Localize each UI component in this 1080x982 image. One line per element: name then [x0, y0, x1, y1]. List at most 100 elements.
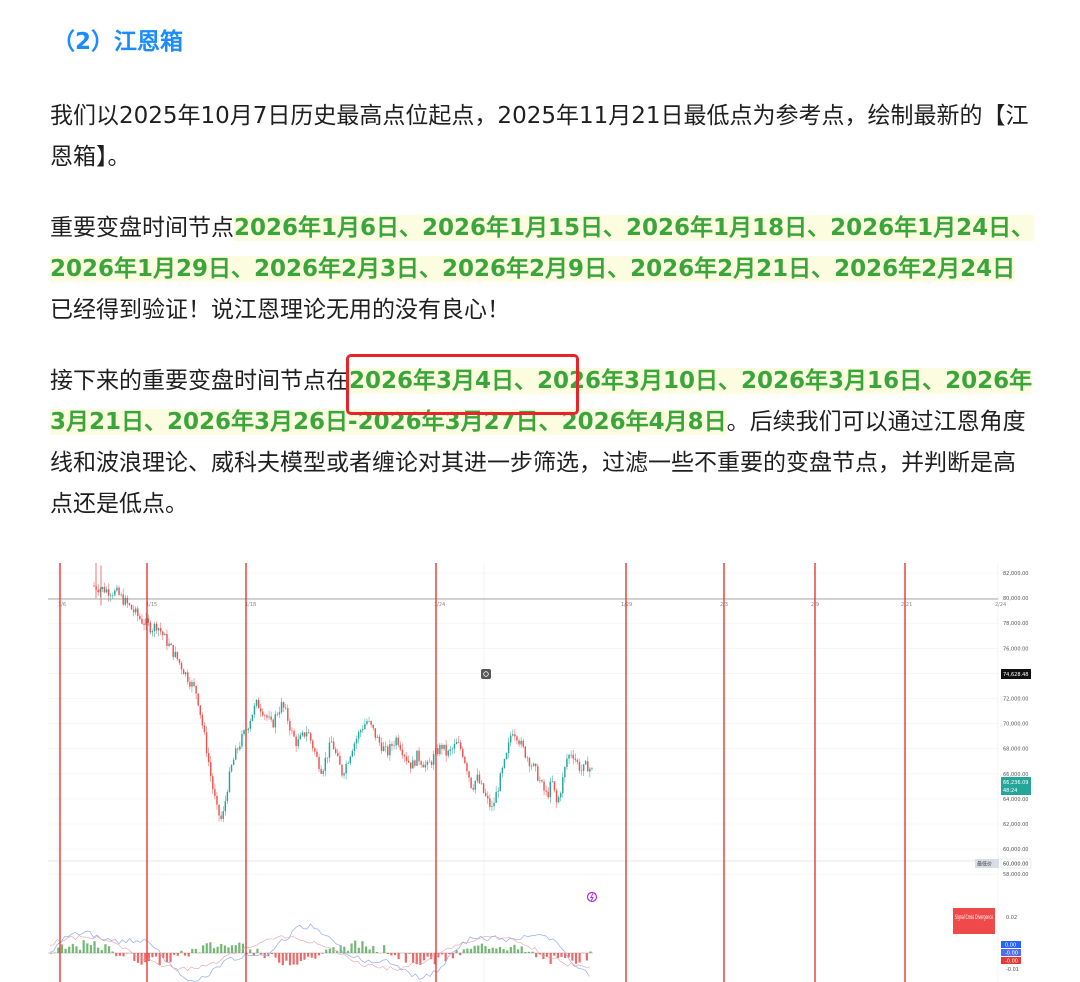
- indicator-bar: [375, 951, 378, 953]
- indicator-bar: [491, 947, 494, 953]
- candle-body: [343, 773, 345, 776]
- indicator-bar: [383, 945, 386, 953]
- indicator-bar: [314, 953, 317, 959]
- candle-body: [451, 748, 454, 750]
- indicator-bar: [205, 943, 208, 953]
- candle-body: [270, 716, 272, 720]
- red-highlight-box: [346, 354, 579, 415]
- indicator-bar: [278, 953, 281, 963]
- indicator-bar: [426, 953, 429, 957]
- candle-body: [368, 721, 370, 722]
- indicator-bar: [147, 953, 150, 962]
- candle-body: [182, 669, 185, 675]
- candle-body: [241, 734, 243, 747]
- indicator-bar: [256, 948, 259, 953]
- candle-body: [320, 769, 322, 774]
- indicator-bar: [535, 953, 538, 958]
- candle-body: [274, 714, 277, 728]
- candle-body: [509, 735, 512, 743]
- candle-body: [328, 742, 331, 758]
- candle-body: [203, 725, 206, 733]
- candle-body: [370, 721, 372, 725]
- candle-body: [547, 791, 549, 798]
- candle-body: [143, 623, 145, 625]
- candle-body: [132, 609, 135, 613]
- candle-body: [574, 758, 577, 760]
- indicator-bar: [107, 946, 111, 953]
- candle-body: [562, 777, 564, 794]
- candle-body: [389, 744, 391, 756]
- intro-paragraph: 我们以2025年10月7日历史最高点位起点，2025年11月21日最低点为参考点…: [50, 103, 1029, 170]
- indicator-bar: [223, 945, 226, 953]
- candle-body: [224, 801, 227, 812]
- candle-body: [472, 787, 474, 790]
- indicator-bar: [93, 941, 96, 953]
- candle-body: [468, 771, 470, 778]
- indicator-bar: [220, 943, 223, 953]
- indicator-bar: [202, 945, 205, 953]
- candle-body: [564, 767, 566, 778]
- y-tick-label: 68,000.00: [1003, 747, 1028, 753]
- price-chart: 1/61/151/181/241/292/32/92/212/24 82,000…: [48, 563, 1033, 982]
- candle-body: [212, 776, 214, 790]
- candle-body: [447, 750, 449, 756]
- candle-body: [214, 789, 216, 796]
- indicator-bar: [451, 953, 455, 959]
- candle-body: [178, 659, 181, 663]
- verified-dates-prefix: 重要变盘时间节点: [50, 215, 234, 241]
- indicator-bar: [404, 953, 407, 963]
- candle-body: [545, 790, 547, 792]
- candle-body: [530, 765, 533, 767]
- candle-body: [295, 736, 297, 747]
- candle-body: [462, 748, 464, 757]
- indicator-bar: [408, 953, 411, 954]
- candle-body: [559, 793, 562, 798]
- indicator-tag-mid-text: -0.00: [1005, 951, 1018, 957]
- y-tick-label: 78,000.00: [1003, 621, 1028, 627]
- indicator-bar: [89, 945, 93, 953]
- indicator-legend-box: [953, 908, 995, 934]
- indicator-bar: [238, 942, 241, 953]
- indicator-bar: [448, 953, 451, 955]
- indicator-bar: [100, 949, 103, 953]
- candle-body: [391, 744, 393, 746]
- candle-body: [401, 749, 404, 756]
- candle-body: [580, 770, 583, 772]
- crosshair-marker[interactable]: [481, 669, 491, 679]
- indicator-bar: [589, 951, 592, 953]
- candle-body: [228, 771, 231, 792]
- indicator-bar: [111, 951, 114, 953]
- candle-body: [405, 756, 408, 761]
- indicator-bar: [158, 953, 161, 965]
- candle-body: [114, 590, 116, 596]
- indicator-bar: [187, 953, 190, 957]
- indicator-bar: [281, 953, 284, 966]
- indicator-bar: [531, 951, 534, 953]
- indicator-bar: [288, 953, 292, 966]
- candle-body: [220, 815, 222, 819]
- candle-body: [478, 774, 481, 784]
- candle-body: [130, 604, 133, 610]
- indicator-bar: [509, 947, 512, 953]
- candle-body: [101, 586, 104, 590]
- current-price-text: 66,236.09: [1003, 780, 1028, 786]
- indicator-bar: [231, 945, 234, 953]
- indicator-bar: [310, 953, 313, 958]
- candle-body: [134, 608, 137, 613]
- indicator-bar: [364, 946, 368, 953]
- indicator-bar: [506, 950, 509, 953]
- candle-body: [184, 672, 187, 675]
- candle-body: [141, 618, 143, 624]
- indicator-bar: [346, 950, 350, 953]
- indicator-bar: [259, 953, 263, 955]
- candle-body: [482, 783, 485, 793]
- candle-body: [172, 645, 174, 657]
- candle-body: [180, 662, 183, 670]
- candle-body: [387, 746, 389, 756]
- x-tick-label: 2/21: [901, 602, 912, 608]
- candle-body: [112, 595, 114, 596]
- candle-body: [409, 762, 412, 769]
- candle-body: [420, 761, 422, 765]
- indicator-bar: [216, 946, 219, 953]
- indicator-bar: [325, 949, 328, 953]
